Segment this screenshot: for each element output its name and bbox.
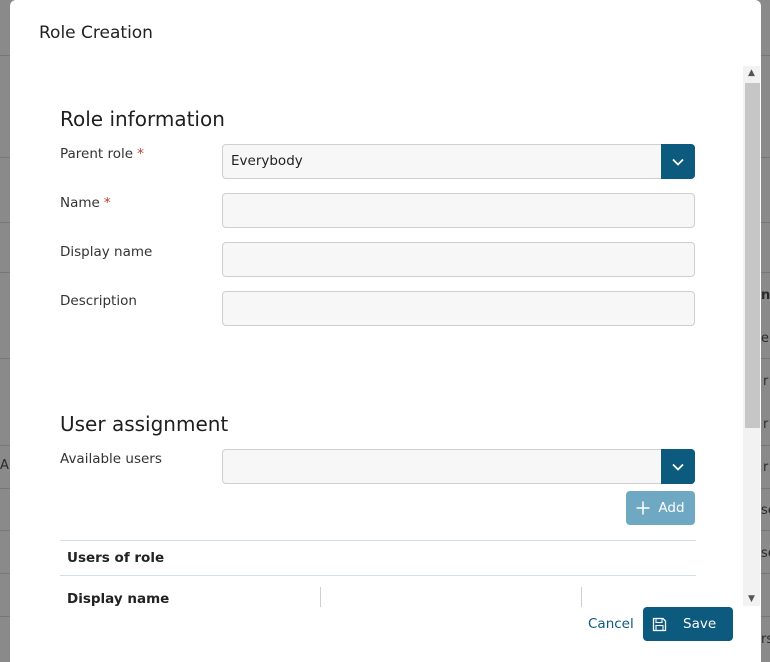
required-marker: * <box>103 195 111 211</box>
save-icon <box>652 617 667 631</box>
bg-text: r <box>763 374 769 389</box>
parent-role-value: Everybody <box>231 153 303 169</box>
save-button-label: Save <box>683 616 717 632</box>
bg-text: ne <box>761 288 770 303</box>
bg-text: se <box>761 546 770 561</box>
section-title-user-assignment: User assignment <box>60 412 229 436</box>
add-user-button[interactable]: Add <box>626 491 695 525</box>
column-separator[interactable] <box>581 587 582 607</box>
chevron-down-icon <box>672 158 684 166</box>
vertical-scrollbar[interactable]: ▲ ▼ <box>743 66 760 606</box>
parent-role-label-text: Parent role <box>60 146 134 162</box>
description-input[interactable] <box>222 291 695 326</box>
bg-text: er <box>761 331 770 346</box>
save-button[interactable]: Save <box>643 607 733 641</box>
available-users-select[interactable] <box>222 449 695 484</box>
display-name-input[interactable] <box>222 242 695 277</box>
scroll-up-icon[interactable]: ▲ <box>743 66 760 80</box>
available-users-dropdown-button[interactable] <box>661 449 695 484</box>
table-divider <box>60 575 696 576</box>
table-caption: Users of role <box>67 550 165 566</box>
bg-text: se <box>761 503 770 518</box>
name-input[interactable] <box>222 193 695 228</box>
display-name-label: Display name <box>60 244 153 260</box>
name-label-text: Name <box>60 195 100 211</box>
section-title-role-information: Role information <box>60 107 225 131</box>
available-users-label: Available users <box>60 451 162 467</box>
role-creation-dialog: Role Creation Role information Parent ro… <box>10 0 761 662</box>
parent-role-label: Parent role * <box>60 146 144 162</box>
parent-role-dropdown-button[interactable] <box>661 144 695 179</box>
parent-role-select[interactable]: Everybody <box>222 144 695 179</box>
dialog-title: Role Creation <box>39 23 153 43</box>
name-label: Name * <box>60 195 111 211</box>
required-marker: * <box>137 146 144 162</box>
column-header-display-name[interactable]: Display name <box>67 591 169 607</box>
scrollbar-thumb[interactable] <box>745 83 760 428</box>
bg-text: r <box>763 417 769 432</box>
users-of-role-table: Users of role Display name <box>60 540 696 620</box>
scroll-down-icon[interactable]: ▼ <box>743 592 760 606</box>
column-separator[interactable] <box>320 587 321 607</box>
cancel-button[interactable]: Cancel <box>588 616 634 632</box>
chevron-down-icon <box>672 463 684 471</box>
description-label: Description <box>60 293 137 309</box>
bg-text: rs <box>761 632 770 647</box>
plus-icon <box>636 501 650 515</box>
bg-text: r <box>763 460 769 475</box>
add-button-label: Add <box>658 500 685 516</box>
